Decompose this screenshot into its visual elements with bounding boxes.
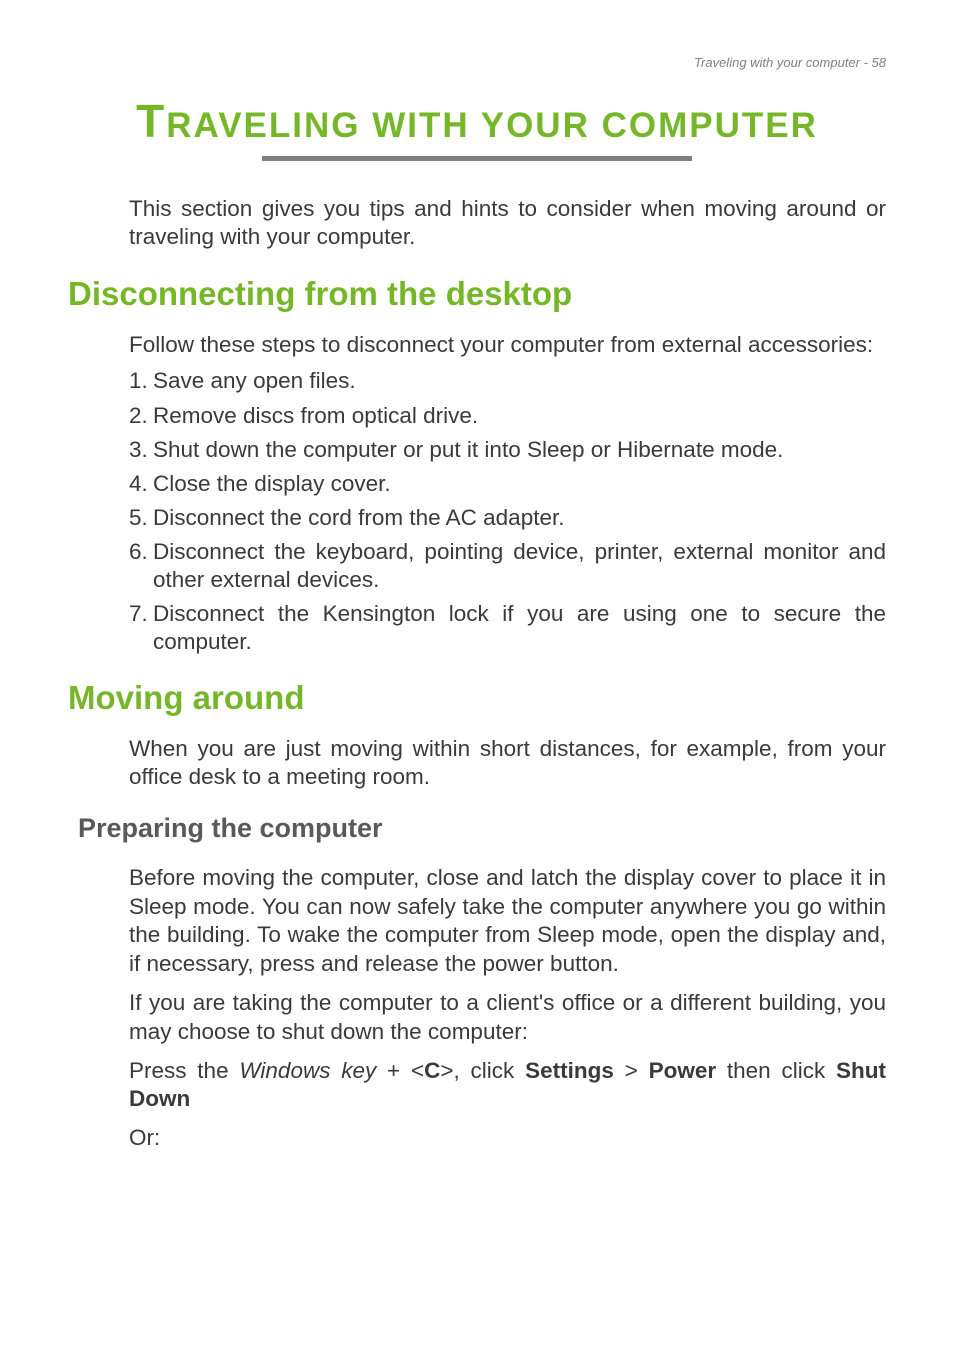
list-text: Disconnect the cord from the AC adapter. <box>153 504 886 532</box>
list-text: Save any open files. <box>153 367 886 395</box>
section1-intro: Follow these steps to disconnect your co… <box>129 331 886 359</box>
list-number: 6. <box>129 538 153 594</box>
list-item: 5.Disconnect the cord from the AC adapte… <box>129 504 886 532</box>
preparing-p2: If you are taking the computer to a clie… <box>129 989 886 1047</box>
steps-list: 1.Save any open files. 2.Remove discs fr… <box>129 367 886 656</box>
page-title: TRAVELING WITH YOUR COMPUTER <box>68 94 886 148</box>
list-number: 5. <box>129 504 153 532</box>
list-number: 2. <box>129 402 153 430</box>
settings-label: Settings <box>525 1058 614 1083</box>
power-label: Power <box>649 1058 717 1083</box>
list-number: 3. <box>129 436 153 464</box>
list-item: 6.Disconnect the keyboard, pointing devi… <box>129 538 886 594</box>
section-heading-disconnecting: Disconnecting from the desktop <box>68 275 886 313</box>
title-underline <box>262 156 692 161</box>
preparing-p4: Or: <box>129 1124 886 1153</box>
preparing-p3: Press the Windows key + <C>, click Setti… <box>129 1057 886 1115</box>
list-number: 1. <box>129 367 153 395</box>
list-item: 7.Disconnect the Kensington lock if you … <box>129 600 886 656</box>
list-text: Disconnect the keyboard, pointing device… <box>153 538 886 594</box>
list-item: 4.Close the display cover. <box>129 470 886 498</box>
section-heading-moving: Moving around <box>68 679 886 717</box>
list-text: Disconnect the Kensington lock if you ar… <box>153 600 886 656</box>
list-text: Shut down the computer or put it into Sl… <box>153 436 886 464</box>
list-text: Remove discs from optical drive. <box>153 402 886 430</box>
section2-intro: When you are just moving within short di… <box>129 735 886 791</box>
page-header: Traveling with your computer - 58 <box>68 55 886 70</box>
title-rest: RAVELING WITH YOUR COMPUTER <box>166 106 818 145</box>
subsection-heading-preparing: Preparing the computer <box>78 813 886 844</box>
list-item: 3.Shut down the computer or put it into … <box>129 436 886 464</box>
title-initial: T <box>136 95 166 147</box>
windows-key-text: Windows key <box>239 1058 376 1083</box>
list-text: Close the display cover. <box>153 470 886 498</box>
intro-paragraph: This section gives you tips and hints to… <box>129 195 886 251</box>
preparing-p1: Before moving the computer, close and la… <box>129 864 886 979</box>
list-number: 4. <box>129 470 153 498</box>
key-c: C <box>424 1058 440 1083</box>
list-item: 1.Save any open files. <box>129 367 886 395</box>
list-item: 2.Remove discs from optical drive. <box>129 402 886 430</box>
list-number: 7. <box>129 600 153 656</box>
